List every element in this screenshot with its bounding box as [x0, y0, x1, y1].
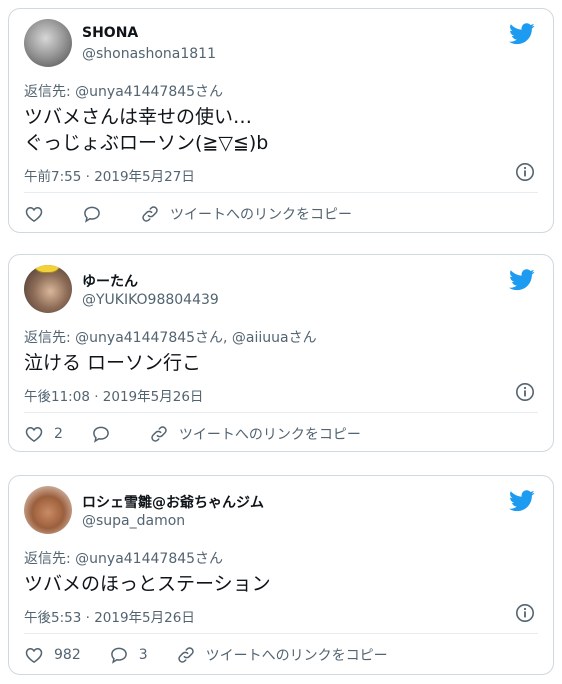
avatar[interactable] — [24, 19, 72, 67]
tweet-header: ゆーたん @YUKIKO98804439 — [24, 265, 539, 315]
copy-link-label: ツイートへのリンクをコピー — [205, 648, 388, 664]
heart-icon — [25, 647, 43, 663]
link-icon — [142, 206, 158, 222]
twitter-bird-icon[interactable] — [509, 269, 535, 291]
action-bar: 2 ツイートへのリンクをコピー — [24, 422, 538, 446]
tweet-header: ロシェ雪雛@お爺ちゃんジム @supa_damon — [24, 486, 539, 536]
avatar-badge — [34, 265, 60, 273]
twitter-bird-icon[interactable] — [509, 490, 535, 512]
divider — [24, 633, 538, 634]
tweet-text-line: ツバメさんは幸せの使い… — [24, 106, 253, 128]
tweet-card[interactable]: SHONA @shonashona1811 返信先: @unya41447845… — [8, 8, 554, 233]
timestamp[interactable]: 午後11:08 · 2019年5月26日 — [24, 385, 203, 405]
like-count: 2 — [54, 426, 63, 442]
author-name[interactable]: ゆーたん — [82, 271, 138, 291]
tweet-header: SHONA @shonashona1811 — [24, 19, 539, 69]
tweet-card[interactable]: ゆーたん @YUKIKO98804439 返信先: @unya41447845さ… — [8, 254, 554, 452]
link-icon — [177, 647, 194, 663]
reply-to-label: 返信先: @unya41447845さん — [24, 84, 224, 100]
divider — [24, 412, 538, 413]
info-icon[interactable] — [515, 162, 535, 182]
reply-button[interactable] — [91, 424, 121, 444]
tweet-text-line: 泣ける ローソン行こ — [24, 352, 202, 374]
reply-bubble-icon — [110, 647, 127, 664]
like-button[interactable]: 2 — [24, 424, 63, 444]
avatar[interactable] — [24, 486, 72, 534]
copy-link-button[interactable]: ツイートへのリンクをコピー — [149, 424, 361, 444]
tweet-card[interactable]: ロシェ雪雛@お爺ちゃんジム @supa_damon 返信先: @unya4144… — [8, 475, 554, 675]
action-bar: ツイートへのリンクをコピー — [24, 202, 538, 226]
reply-bubble-icon — [84, 206, 100, 223]
author-handle[interactable]: @shonashona1811 — [82, 46, 216, 62]
reply-button[interactable]: 3 — [109, 645, 148, 665]
reply-count: 3 — [138, 647, 148, 663]
heart-icon — [25, 206, 43, 222]
link-icon — [151, 426, 167, 442]
reply-to-label: 返信先: @unya41447845さん — [24, 551, 224, 567]
like-button[interactable]: 982 — [24, 645, 81, 665]
action-bar: 982 3 ツイートへのリンクをコピー — [24, 643, 538, 667]
heart-icon — [25, 426, 43, 442]
author-handle[interactable]: @YUKIKO98804439 — [82, 292, 219, 308]
reply-button[interactable] — [82, 204, 112, 224]
avatar[interactable] — [24, 265, 72, 313]
timestamp[interactable]: 午後5:53 · 2019年5月26日 — [24, 606, 195, 626]
tweet-text-line: ぐっじょぶローソン(≧▽≦)b — [24, 132, 269, 154]
twitter-bird-icon[interactable] — [509, 23, 535, 45]
like-count: 982 — [54, 647, 81, 663]
tweet-text-line: ツバメのほっとステーション — [24, 573, 271, 595]
timestamp[interactable]: 午前7:55 · 2019年5月27日 — [24, 165, 195, 185]
author-name[interactable]: SHONA — [82, 25, 138, 41]
copy-link-button[interactable]: ツイートへのリンクをコピー — [140, 204, 352, 224]
info-icon[interactable] — [515, 382, 535, 402]
author-name[interactable]: ロシェ雪雛@お爺ちゃんジム — [82, 492, 264, 512]
copy-link-label: ツイートへのリンクをコピー — [170, 207, 352, 223]
reply-to-label: 返信先: @unya41447845さん, @aiiuuaさん — [24, 330, 317, 346]
copy-link-label: ツイートへのリンクをコピー — [178, 427, 361, 443]
info-icon[interactable] — [515, 603, 535, 623]
like-button[interactable] — [24, 204, 54, 224]
divider — [24, 192, 538, 193]
copy-link-button[interactable]: ツイートへのリンクをコピー — [176, 645, 388, 665]
reply-bubble-icon — [93, 426, 109, 443]
author-handle[interactable]: @supa_damon — [82, 513, 185, 529]
